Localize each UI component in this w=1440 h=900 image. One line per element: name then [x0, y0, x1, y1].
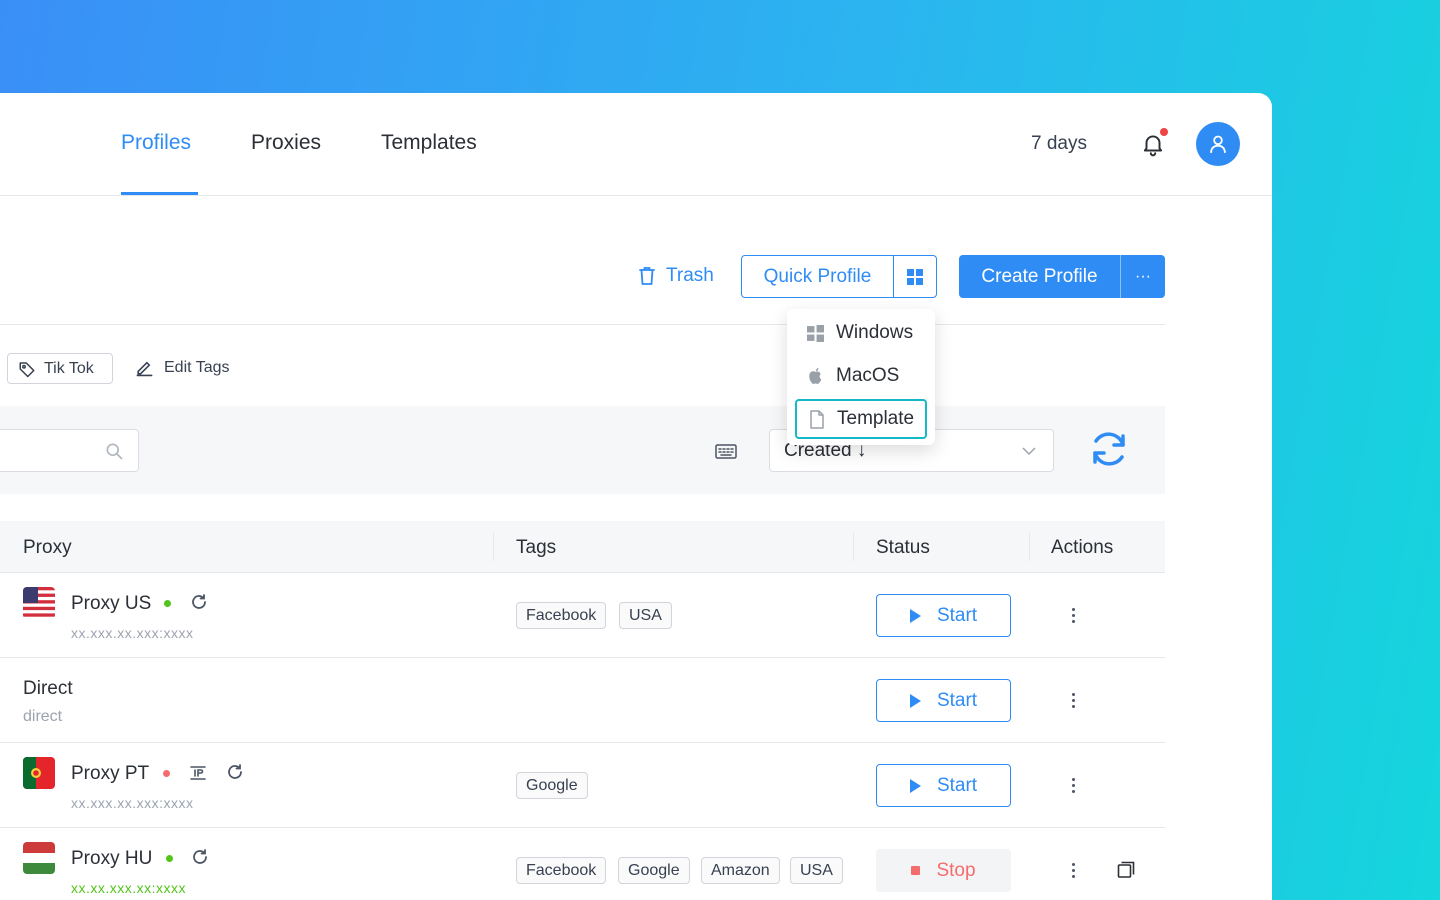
- tag-filter-label: Tik Tok: [44, 359, 94, 377]
- stop-button[interactable]: Stop: [876, 849, 1011, 892]
- tab-templates[interactable]: Templates: [381, 131, 477, 155]
- reload-icon[interactable]: [191, 848, 209, 866]
- play-icon: [909, 778, 921, 793]
- menu-item-label: Windows: [836, 322, 914, 343]
- chevron-down-icon: [1022, 447, 1036, 456]
- trial-days-counter: 7 days: [1031, 133, 1087, 154]
- start-button[interactable]: Start: [876, 594, 1011, 637]
- notification-dot: [1160, 128, 1168, 136]
- search-input[interactable]: [0, 429, 139, 472]
- tag-chip: Google: [516, 772, 588, 799]
- more-actions-icon[interactable]: [1064, 688, 1082, 712]
- proxy-name[interactable]: Direct: [23, 678, 73, 700]
- menu-item-label: MacOS: [836, 365, 900, 386]
- start-button-label: Start: [936, 774, 978, 796]
- column-divider: [853, 533, 854, 561]
- create-profile-more-button[interactable]: ···: [1121, 255, 1165, 298]
- quick-profile-button[interactable]: Quick Profile: [742, 256, 894, 297]
- ip-info-icon[interactable]: [189, 764, 207, 782]
- search-icon: [106, 443, 123, 460]
- table-row: Direct direct Start: [0, 658, 1165, 743]
- top-nav: Profiles Proxies Templates 7 days: [0, 93, 1272, 196]
- menu-item-template[interactable]: Template: [795, 399, 927, 439]
- apple-icon: [809, 368, 822, 384]
- more-actions-icon[interactable]: [1064, 773, 1082, 797]
- create-profile-button[interactable]: Create Profile: [959, 255, 1121, 298]
- table-row: Proxy HU xx.xx.xxx.xx:xxxx Facebook Goog…: [0, 828, 1165, 900]
- tag-chip: Google: [618, 857, 690, 884]
- column-divider: [1029, 533, 1030, 561]
- tag-filter-chip[interactable]: Tik Tok: [7, 353, 113, 384]
- more-actions-icon[interactable]: [1064, 858, 1082, 882]
- trash-icon: [639, 267, 655, 285]
- tab-proxies[interactable]: Proxies: [251, 131, 321, 155]
- proxy-status-dot: [166, 855, 173, 862]
- proxy-status-dot: [163, 770, 170, 777]
- menu-item-macos[interactable]: MacOS: [795, 356, 927, 396]
- window-focus-icon[interactable]: [1117, 861, 1135, 879]
- tag-chip: Facebook: [516, 857, 607, 884]
- column-header-proxy[interactable]: Proxy: [23, 537, 72, 559]
- filter-bar: Created ↓: [0, 406, 1165, 494]
- trash-label: Trash: [666, 265, 714, 286]
- refresh-icon[interactable]: [1088, 428, 1130, 470]
- table-row: Proxy PT xx.xxx.xx.xxx:xxxx Google Start: [0, 743, 1165, 828]
- start-button[interactable]: Start: [876, 679, 1011, 722]
- document-icon: [810, 409, 824, 429]
- start-button-label: Start: [936, 689, 978, 711]
- us-flag-icon: [23, 587, 55, 619]
- start-button[interactable]: Start: [876, 764, 1011, 807]
- column-header-status[interactable]: Status: [876, 537, 930, 559]
- quick-profile-os-menu: Windows MacOS Template: [787, 309, 935, 445]
- menu-item-windows[interactable]: Windows: [795, 313, 927, 353]
- app-panel: Profiles Proxies Templates 7 days Trash …: [0, 93, 1272, 900]
- column-header-tags[interactable]: Tags: [516, 537, 556, 559]
- menu-item-label: Template: [837, 408, 915, 429]
- more-actions-icon[interactable]: [1064, 603, 1082, 627]
- pt-flag-icon: [23, 757, 55, 789]
- windows-icon: [807, 324, 824, 342]
- tag-chip: Facebook: [516, 602, 607, 629]
- proxy-address: xx.xxx.xx.xxx:xxxx: [71, 625, 194, 641]
- proxy-status-dot: [164, 600, 171, 607]
- windows-icon: [907, 268, 923, 285]
- tag-chip: USA: [790, 857, 843, 884]
- stop-icon: [911, 866, 921, 875]
- column-header-actions: Actions: [1051, 537, 1114, 558]
- column-divider: [493, 533, 494, 561]
- start-button-label: Start: [936, 604, 978, 626]
- avatar[interactable]: [1196, 122, 1240, 166]
- tag-chip: Amazon: [701, 857, 780, 884]
- create-profile-split-button: Create Profile ···: [959, 255, 1165, 298]
- proxy-address: xx.xx.xxx.xx:xxxx: [71, 880, 187, 896]
- play-icon: [909, 608, 921, 623]
- tab-profiles[interactable]: Profiles: [121, 131, 191, 155]
- trash-button[interactable]: Trash: [638, 265, 714, 287]
- keyboard-icon[interactable]: [715, 444, 737, 460]
- user-icon: [1210, 135, 1226, 154]
- tag-chip: USA: [619, 602, 672, 629]
- table-row: Proxy US xx.xxx.xx.xxx:xxxx Facebook USA…: [0, 573, 1165, 658]
- reload-icon[interactable]: [190, 593, 208, 611]
- quick-profile-split-button: Quick Profile: [741, 255, 937, 298]
- toolbar-divider: [0, 324, 1165, 325]
- proxy-name[interactable]: Proxy US: [71, 593, 151, 615]
- hu-flag-icon: [23, 842, 55, 874]
- proxy-address: direct: [23, 708, 63, 725]
- proxy-name[interactable]: Proxy PT: [71, 763, 149, 785]
- edit-tags-button[interactable]: Edit Tags: [135, 358, 230, 377]
- tag-icon: [19, 361, 35, 377]
- table-header: Proxy Tags Status Actions: [0, 521, 1165, 573]
- edit-tags-label: Edit Tags: [164, 358, 230, 376]
- pencil-icon: [136, 361, 153, 377]
- play-icon: [909, 693, 921, 708]
- reload-icon[interactable]: [226, 763, 244, 781]
- proxy-name[interactable]: Proxy HU: [71, 848, 152, 870]
- active-tab-indicator: [121, 192, 198, 195]
- quick-profile-os-toggle[interactable]: [894, 256, 936, 297]
- proxy-address: xx.xxx.xx.xxx:xxxx: [71, 795, 194, 811]
- stop-button-label: Stop: [936, 859, 976, 881]
